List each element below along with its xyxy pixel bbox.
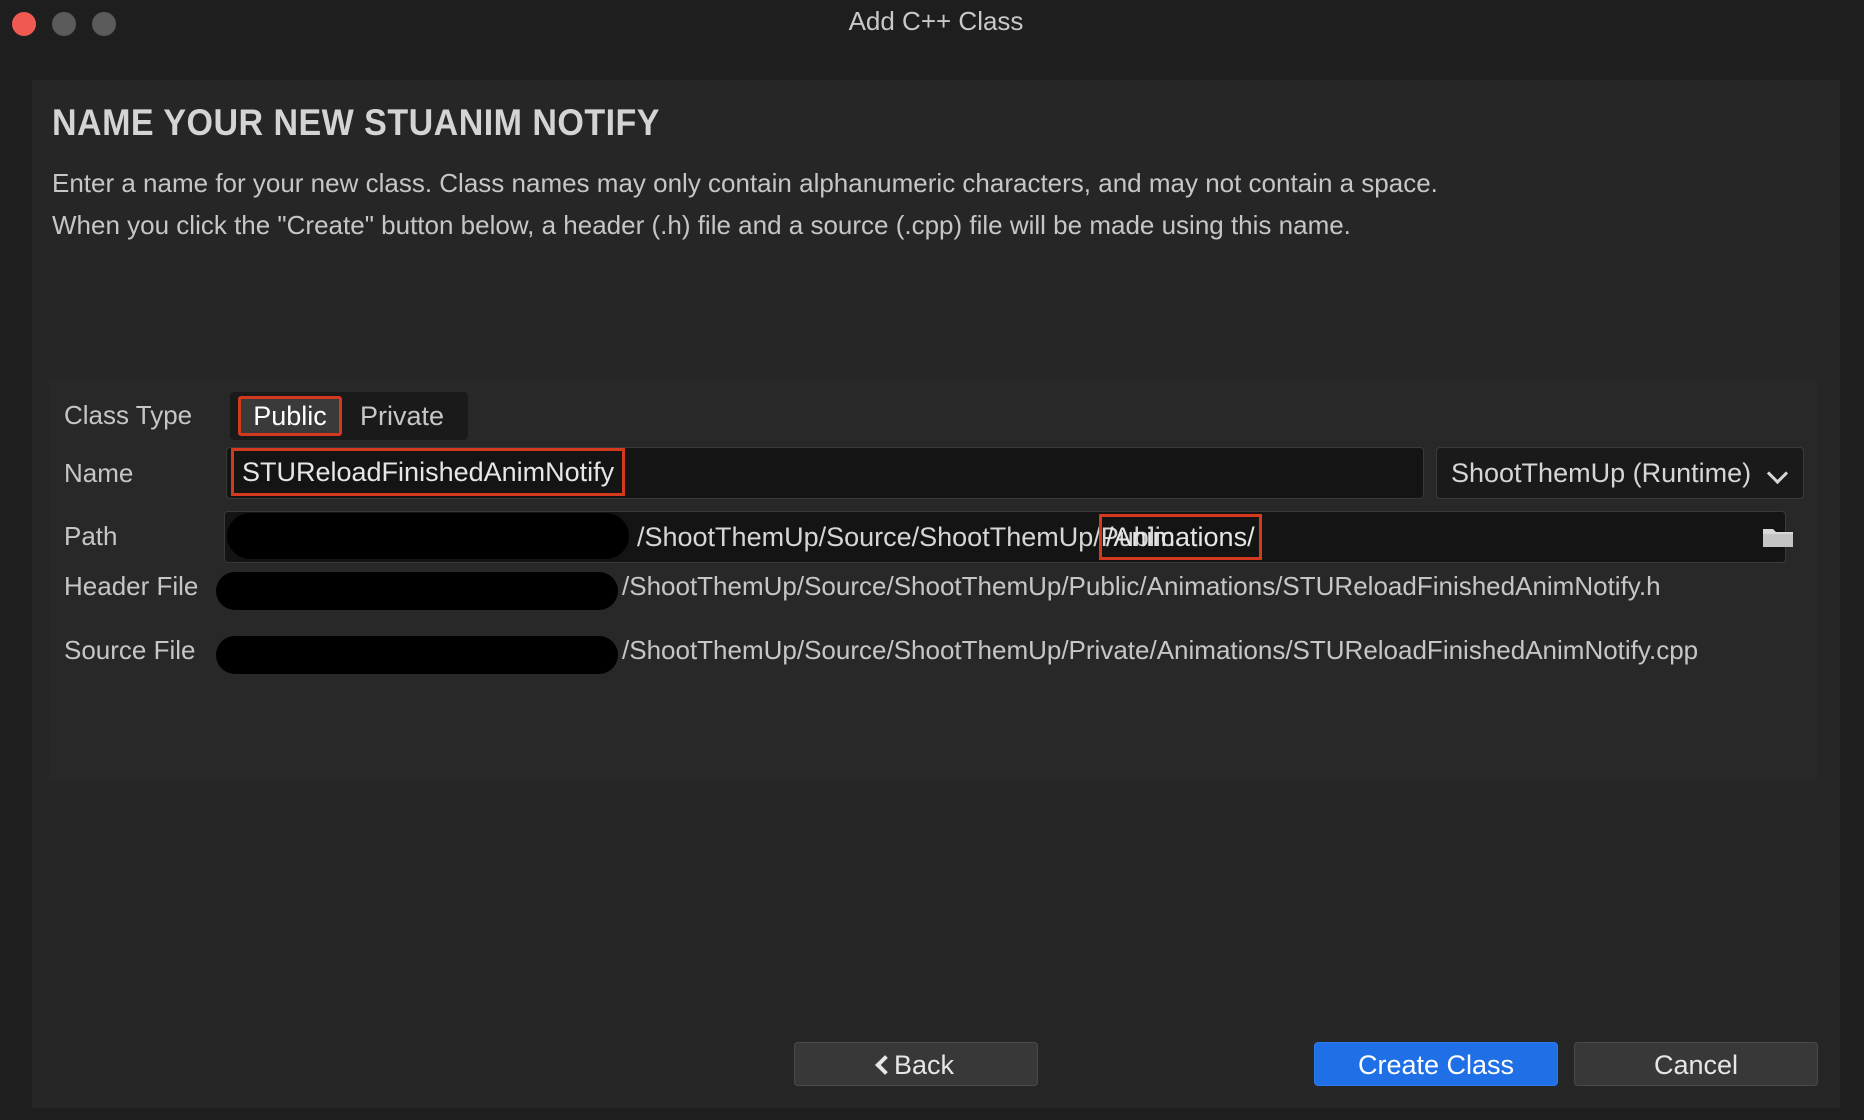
module-dropdown[interactable]: ShootThemUp (Runtime) <box>1436 447 1804 499</box>
class-name-value: STUReloadFinishedAnimNotify <box>231 448 626 496</box>
page-title: NAME YOUR NEW STUANIM NOTIFY <box>52 102 660 143</box>
chevron-down-icon <box>1766 462 1789 485</box>
path-highlight: /Animations/ <box>1099 514 1262 560</box>
back-button[interactable]: Back <box>794 1042 1038 1086</box>
path-input[interactable]: /ShootThemUp/Source/ShootThemUp/Public /… <box>224 511 1786 563</box>
redacted-source-prefix <box>216 636 618 674</box>
redacted-header-prefix <box>216 572 618 610</box>
source-file-label: Source File <box>64 635 196 665</box>
chevron-left-icon <box>875 1055 895 1075</box>
redacted-path-prefix <box>227 513 629 559</box>
class-type-private-button[interactable]: Private <box>348 396 456 436</box>
class-type-label: Class Type <box>64 400 193 430</box>
cancel-button[interactable]: Cancel <box>1574 1042 1818 1086</box>
path-label: Path <box>64 521 118 551</box>
header-file-label: Header File <box>64 571 199 601</box>
header-file-value: /ShootThemUp/Source/ShootThemUp/Public/A… <box>622 571 1661 601</box>
add-class-window: Add C++ Class NAME YOUR NEW STUANIM NOTI… <box>0 0 1864 1120</box>
back-button-label: Back <box>893 1050 955 1080</box>
main-panel: NAME YOUR NEW STUANIM NOTIFY Enter a nam… <box>32 80 1840 1108</box>
description-line-1: Enter a name for your new class. Class n… <box>52 168 1438 198</box>
title-bar: Add C++ Class <box>0 0 1864 80</box>
name-label: Name <box>64 458 134 488</box>
source-file-value: /ShootThemUp/Source/ShootThemUp/Private/… <box>622 635 1699 665</box>
folder-icon[interactable] <box>1762 526 1794 548</box>
window-title: Add C++ Class <box>848 6 1024 36</box>
create-class-button[interactable]: Create Class <box>1314 1042 1558 1086</box>
class-type-public-button[interactable]: Public <box>238 396 342 436</box>
class-type-toggle: Public Private <box>230 392 468 440</box>
class-form: Class Type Public Private Name STUReload… <box>50 380 1818 780</box>
class-name-input[interactable]: STUReloadFinishedAnimNotify <box>226 447 1424 499</box>
description-line-2: When you click the "Create" button below… <box>52 210 1351 240</box>
module-dropdown-value: ShootThemUp (Runtime) <box>1451 458 1752 488</box>
path-value: /ShootThemUp/Source/ShootThemUp/Public <box>637 522 1175 552</box>
